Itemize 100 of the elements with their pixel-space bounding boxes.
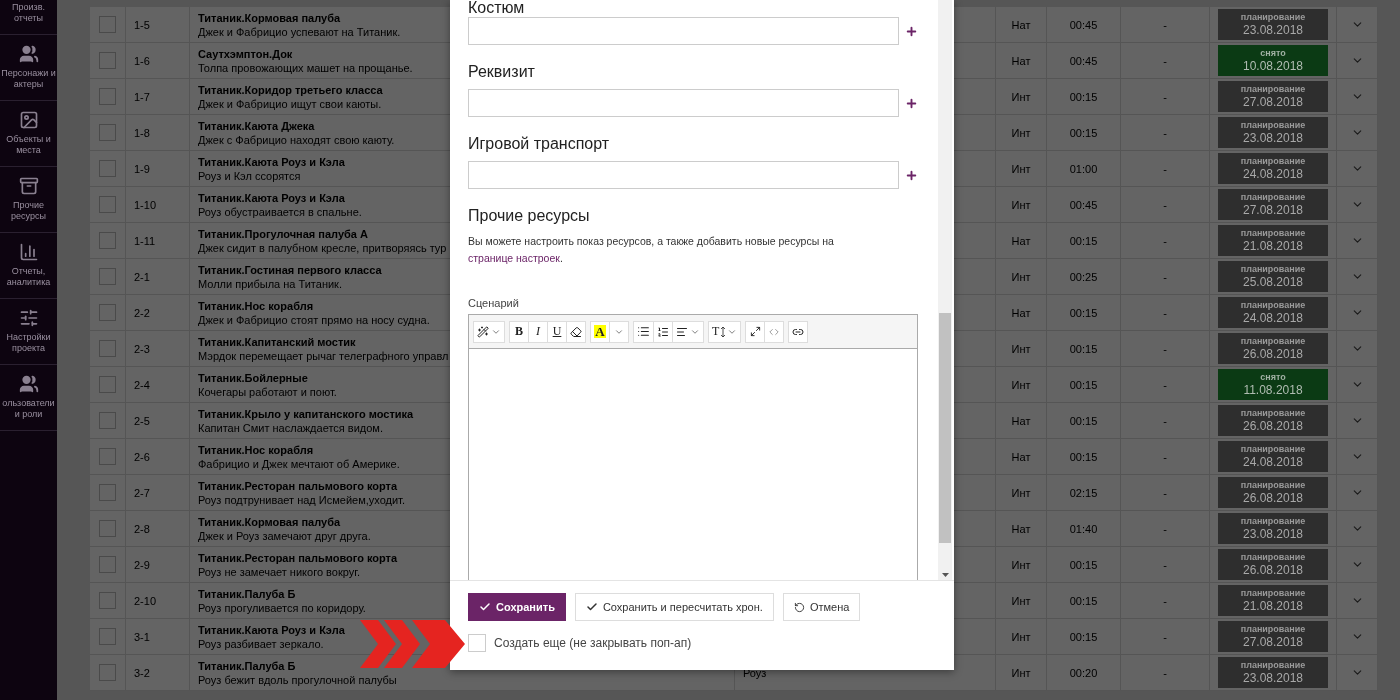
plus-icon[interactable]	[905, 96, 918, 110]
row-checkbox[interactable]	[99, 16, 116, 33]
sidebar-item[interactable]: Объекты и места	[0, 101, 57, 167]
row-checkbox[interactable]	[99, 304, 116, 321]
scene-number: 1-6	[134, 54, 150, 67]
plus-icon[interactable]	[905, 24, 918, 38]
style-button[interactable]	[473, 320, 505, 343]
font-size-button[interactable]: T	[708, 320, 742, 343]
input-field[interactable]	[468, 89, 899, 117]
row-checkbox[interactable]	[99, 520, 116, 537]
table-cell: -	[1163, 414, 1167, 427]
scene-description: Джек и Фабрицио стоят прямо на носу судна.	[198, 312, 430, 327]
row-checkbox[interactable]	[99, 124, 116, 141]
row-checkbox[interactable]	[99, 556, 116, 573]
sidebar-item[interactable]: Настройки проекта	[0, 299, 57, 365]
scene-number: 3-1	[134, 630, 150, 643]
action-button[interactable]: Отмена	[782, 593, 861, 621]
scene-description: Джек и Фабрицио ищут свои каюты.	[198, 96, 382, 111]
sidebar-item[interactable]: ользователи и роли	[0, 365, 57, 431]
duration: 02:15	[1069, 486, 1098, 499]
sidebar-item[interactable]: Прочие ресурсы	[0, 167, 57, 233]
sidebar-label: Отчеты, аналитика	[5, 266, 52, 288]
sidebar-item[interactable]: Произв. отчеты	[0, 0, 57, 35]
color-dropdown[interactable]	[609, 320, 629, 343]
scene-description: Роуз подтрунивает над Исмейем,уходит.	[198, 492, 405, 507]
duration: 00:15	[1069, 234, 1098, 247]
location-type: Инт	[1011, 198, 1031, 211]
status-label: планирование	[1240, 335, 1306, 347]
status-label: планирование	[1240, 479, 1306, 491]
status-date: 21.08.2018	[1242, 238, 1304, 254]
scene-description: Роуз обустраивается в спальне.	[198, 204, 362, 219]
status-label: планирование	[1240, 299, 1306, 311]
row-checkbox[interactable]	[99, 88, 116, 105]
scene-number: 2-6	[134, 450, 150, 463]
clear-format-button[interactable]	[566, 320, 586, 343]
input-field[interactable]	[468, 17, 899, 45]
status-date: 27.08.2018	[1242, 634, 1304, 650]
scene-title: Титаник.Каюта Роуз и Кэла	[198, 154, 345, 169]
row-checkbox[interactable]	[99, 628, 116, 645]
location-type: Нат	[1011, 522, 1031, 535]
fullscreen-button[interactable]	[745, 320, 766, 343]
row-checkbox[interactable]	[99, 268, 116, 285]
archive-icon	[18, 176, 39, 196]
row-checkbox[interactable]	[99, 592, 116, 609]
scene-title: Титаник.Нос корабля	[198, 442, 314, 457]
table-cell: -	[1163, 522, 1167, 535]
action-button[interactable]: Сохранить	[468, 593, 566, 621]
table-cell: -	[1163, 234, 1167, 247]
duration: 00:45	[1069, 18, 1098, 31]
text-color-button[interactable]: A	[590, 320, 610, 343]
scene-number: 1-10	[134, 198, 157, 211]
row-checkbox[interactable]	[99, 340, 116, 357]
table-cell: -	[1163, 126, 1167, 139]
row-checkbox[interactable]	[99, 52, 116, 69]
sidebar-item[interactable]: Персонажи и актеры	[0, 35, 57, 101]
section-heading: Прочие ресурсы	[468, 206, 591, 226]
scene-description: Роуз не замечает никого вокруг.	[198, 564, 360, 579]
plus-icon[interactable]	[905, 168, 918, 182]
section-heading: Костюм	[468, 0, 526, 15]
status-label: планирование	[1240, 659, 1306, 671]
create-more-checkbox[interactable]	[468, 634, 486, 652]
numbered-list-button[interactable]	[653, 320, 673, 343]
row-checkbox[interactable]	[99, 664, 116, 681]
status-date: 26.08.2018	[1242, 490, 1304, 506]
action-button[interactable]: Сохранить и пересчитать хрон.	[574, 593, 774, 621]
bold-button[interactable]: B	[509, 320, 529, 343]
location-type: Инт	[1011, 342, 1031, 355]
status-label: планирование	[1240, 191, 1306, 203]
row-checkbox[interactable]	[99, 160, 116, 177]
status-date: 23.08.2018	[1242, 130, 1304, 146]
row-checkbox[interactable]	[99, 448, 116, 465]
scene-description: Джек и Фабрицио успевают на Титаник.	[198, 24, 401, 39]
input-field[interactable]	[468, 161, 899, 189]
italic-button[interactable]: I	[528, 320, 548, 343]
scene-title: Титаник.Ресторан пальмового корта	[198, 478, 398, 493]
settings-link[interactable]: странице настроек	[468, 252, 560, 264]
scene-title: Титаник.Бойлерные	[198, 370, 308, 385]
code-icon	[769, 326, 780, 337]
location-type: Инт	[1011, 666, 1031, 679]
status-date: 26.08.2018	[1242, 562, 1304, 578]
scene-number: 3-2	[134, 666, 150, 679]
align-button[interactable]	[672, 320, 704, 343]
sidebar-label: ользователи и роли	[1, 398, 56, 420]
scroll-down-icon[interactable]	[941, 573, 949, 577]
row-checkbox[interactable]	[99, 412, 116, 429]
status-label: планирование	[1240, 83, 1306, 95]
sidebar-item[interactable]: Отчеты, аналитика	[0, 233, 57, 299]
scrollbar[interactable]	[938, 0, 952, 580]
link-button[interactable]	[788, 320, 809, 343]
duration: 00:15	[1069, 306, 1098, 319]
resources-note: Вы можете настроить показ ресурсов, а также добавить новые ресурсы на странице настроек.	[468, 234, 835, 266]
underline-button[interactable]: U	[547, 320, 567, 343]
scene-number: 2-3	[134, 342, 150, 355]
align-icon	[676, 325, 688, 338]
row-checkbox[interactable]	[99, 232, 116, 249]
table-cell: -	[1163, 666, 1167, 679]
bullet-list-button[interactable]	[633, 320, 654, 343]
row-checkbox[interactable]	[99, 196, 116, 213]
row-checkbox[interactable]	[99, 376, 116, 393]
row-checkbox[interactable]	[99, 484, 116, 501]
